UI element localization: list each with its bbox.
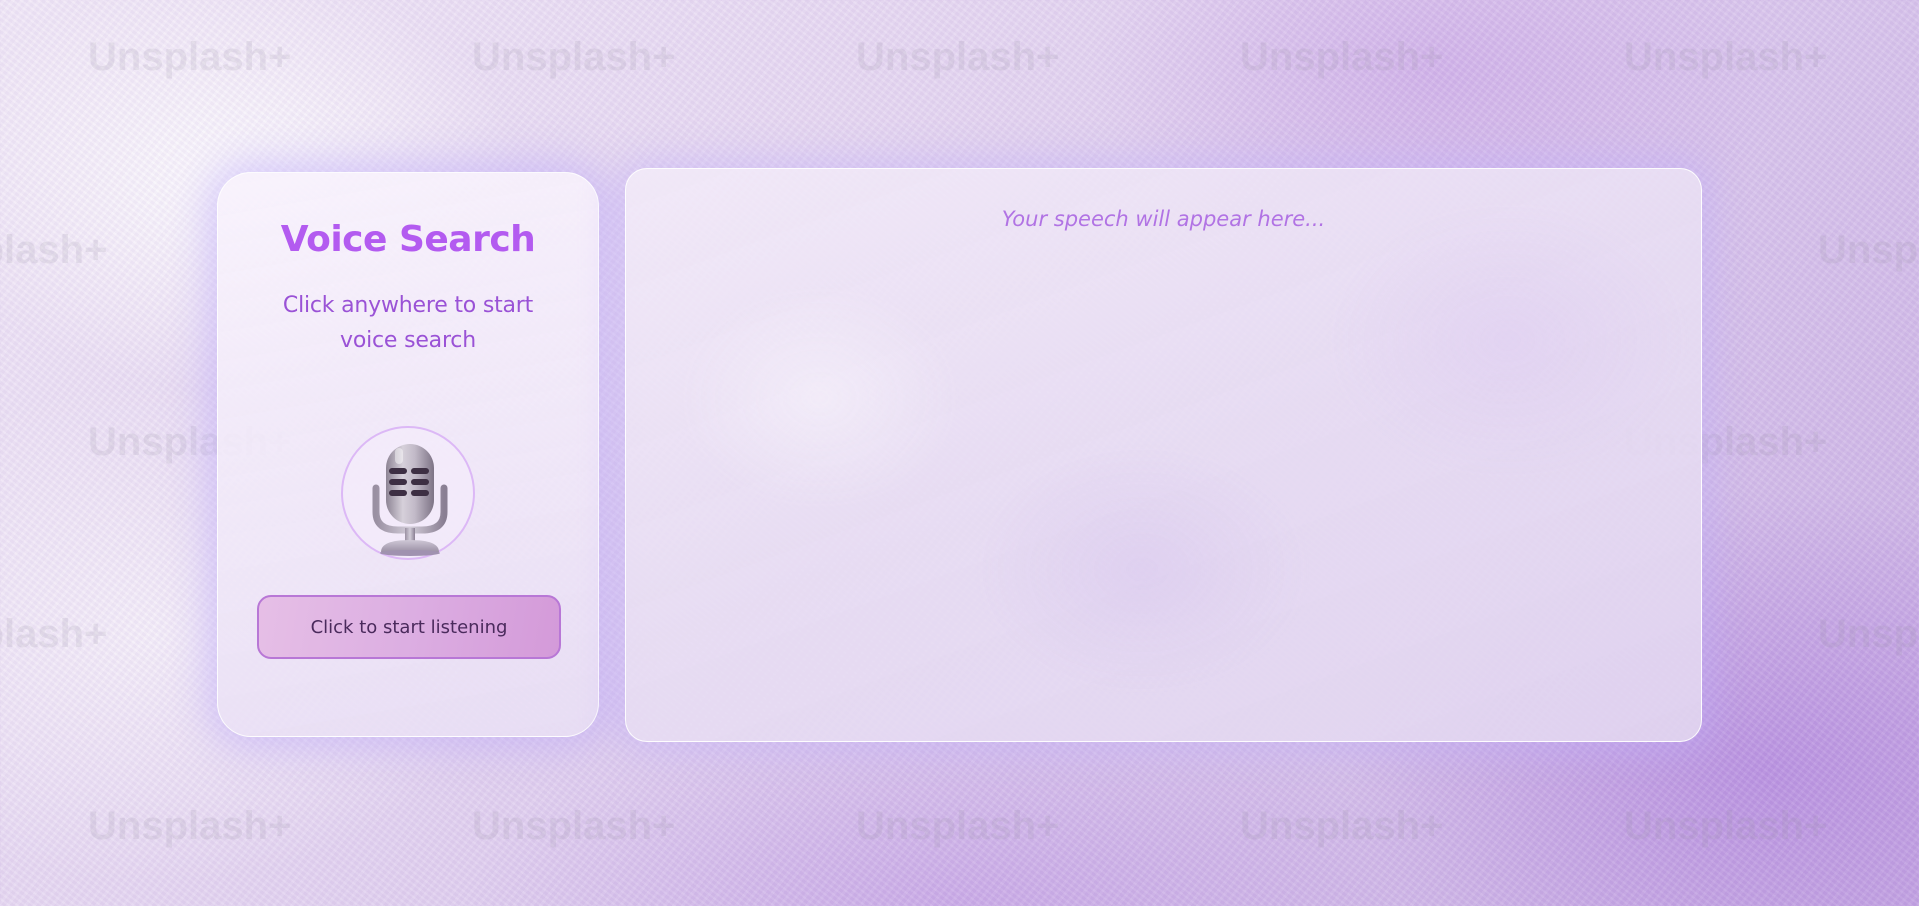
watermark: Unsplash+ bbox=[856, 804, 1060, 848]
watermark: Unsplash+ bbox=[1624, 804, 1828, 848]
microphone-button[interactable] bbox=[341, 426, 475, 560]
watermark: Unsplash+ bbox=[0, 612, 108, 656]
speech-output-panel: Your speech will appear here... bbox=[625, 168, 1702, 742]
watermark: Unsplash+ bbox=[88, 35, 292, 79]
start-listening-button[interactable]: Click to start listening bbox=[257, 595, 561, 659]
watermark: Unsplash+ bbox=[1818, 612, 1919, 656]
watermark: Unsplash+ bbox=[856, 35, 1060, 79]
voice-search-card[interactable]: Voice Search Click anywhere to start voi… bbox=[217, 172, 599, 737]
watermark: Unsplash+ bbox=[88, 804, 292, 848]
watermark: Unsplash+ bbox=[1818, 228, 1919, 272]
card-subtitle: Click anywhere to start voice search bbox=[282, 293, 534, 353]
speech-placeholder: Your speech will appear here... bbox=[1001, 207, 1326, 231]
watermark: Unsplash+ bbox=[1624, 35, 1828, 79]
watermark: Unsplash+ bbox=[0, 228, 108, 272]
watermark: Unsplash+ bbox=[472, 35, 676, 79]
microphone-icon bbox=[372, 444, 448, 556]
card-title: Voice Search bbox=[280, 219, 536, 260]
watermark: Unsplash+ bbox=[472, 804, 676, 848]
watermark: Unsplash+ bbox=[1240, 804, 1444, 848]
watermark: Unsplash+ bbox=[1240, 35, 1444, 79]
